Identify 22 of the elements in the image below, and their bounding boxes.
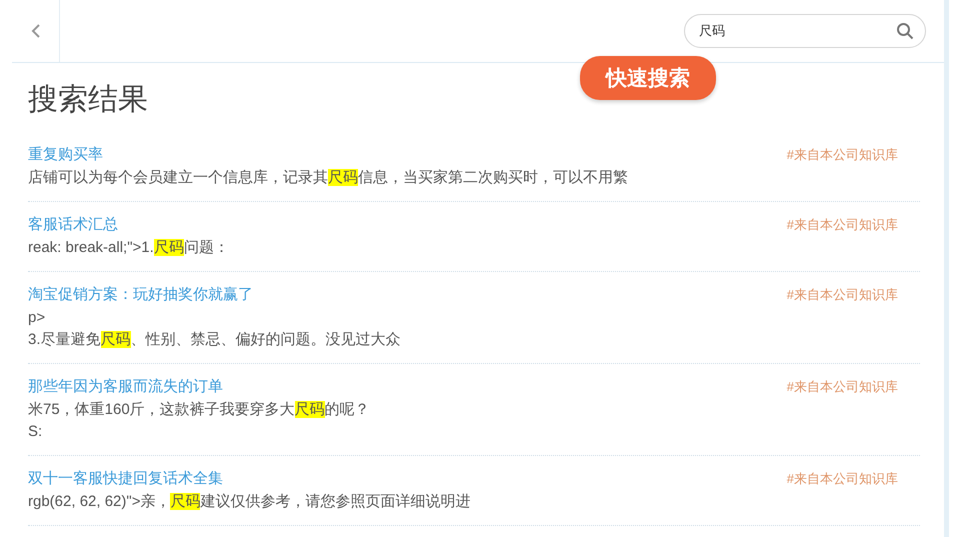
chevron-left-icon (30, 24, 40, 38)
result-snippet: 3.尽量避免尺码、性别、禁忌、偏好的问题。没见过大众 (28, 330, 402, 350)
search-field[interactable]: 尺码 (684, 14, 926, 48)
source-tag: #来自本公司知识库 (786, 146, 898, 164)
result-title-link[interactable]: 淘宝促销方案：玩好抽奖你就赢了 (28, 283, 253, 307)
result-snippet: S: (28, 422, 44, 442)
page-heading: 搜索结果 (28, 82, 148, 118)
result-title-link[interactable]: 重复购买率 (28, 143, 103, 167)
search-icon[interactable] (896, 22, 914, 40)
source-tag: #来自本公司知识库 (786, 286, 898, 304)
source-tag: #来自本公司知识库 (786, 470, 898, 488)
result-snippet: rgb(62, 62, 62)">亲，尺码建议仅供参考，请您参照页面详细说明进 (28, 492, 472, 512)
result-snippet: 米75，体重160斤，这款裤子我要穿多大尺码的呢？ (28, 400, 371, 420)
result-snippet: 店铺可以为每个会员建立一个信息库，记录其尺码信息，当买家第二次购买时，可以不用繁 (28, 168, 629, 188)
result-title-link[interactable]: 那些年因为客服而流失的订单 (28, 375, 223, 399)
result-snippet: reak: break-all;">1.尺码问题： (28, 238, 230, 258)
result-title-link[interactable]: 双十一客服快捷回复话术全集 (28, 467, 223, 491)
tooltip: 快速搜索 (580, 56, 716, 100)
result-title-link[interactable]: 客服话术汇总 (28, 213, 118, 237)
source-tag: #来自本公司知识库 (786, 378, 898, 396)
source-tag: #来自本公司知识库 (786, 216, 898, 234)
result-snippet: p> (28, 308, 46, 328)
